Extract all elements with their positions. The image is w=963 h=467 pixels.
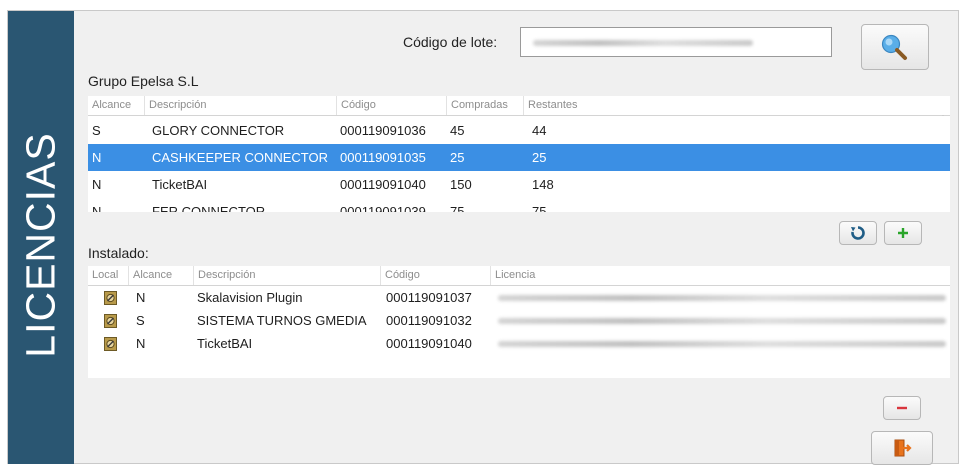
sidebar-title: LICENCIAS <box>17 132 64 358</box>
col-codigo[interactable]: Código <box>336 96 446 115</box>
group-name: Grupo Epelsa S.L <box>88 73 199 89</box>
cell-alcance: N <box>92 177 102 192</box>
redacted-value <box>533 40 753 46</box>
redacted-license <box>498 295 946 301</box>
cell-compradas: 150 <box>450 177 472 192</box>
cell-compradas: 75 <box>450 204 465 212</box>
cell-alcance: N <box>92 150 102 165</box>
col-alcance[interactable]: Alcance <box>88 96 144 115</box>
col-restantes[interactable]: Restantes <box>523 96 950 115</box>
col-alcance[interactable]: Alcance <box>128 266 193 285</box>
cell-codigo: 000119091036 <box>340 123 426 138</box>
group-table-header: Alcance Descripción Código Compradas Res… <box>88 96 950 116</box>
minus-icon <box>897 406 907 410</box>
plus-icon <box>898 228 908 238</box>
search-icon <box>881 34 907 60</box>
cell-compradas: 25 <box>450 150 465 165</box>
cell-compradas: 45 <box>450 123 465 138</box>
refresh-icon <box>851 226 865 240</box>
cell-descripcion: FER CONNECTOR <box>152 204 266 212</box>
cell-descripcion: CASHKEEPER CONNECTOR <box>152 150 329 165</box>
exit-button[interactable] <box>871 431 933 465</box>
license-icon <box>104 291 117 305</box>
cell-descripcion: TicketBAI <box>197 336 253 351</box>
cell-descripcion: SISTEMA TURNOS GMEDIA <box>197 313 367 328</box>
col-local[interactable]: Local <box>88 266 128 285</box>
table-row[interactable]: N TicketBAI 000119091040 <box>88 332 950 355</box>
license-icon <box>104 314 117 328</box>
cell-descripcion: GLORY CONNECTOR <box>152 123 285 138</box>
cell-alcance: N <box>136 290 146 305</box>
cell-codigo: 000119091037 <box>386 290 472 305</box>
cell-descripcion: TicketBAI <box>152 177 208 192</box>
batch-code-input[interactable] <box>520 27 832 57</box>
refresh-button[interactable] <box>839 221 877 245</box>
redacted-license <box>498 341 946 347</box>
cell-restantes: 44 <box>532 123 547 138</box>
col-descripcion[interactable]: Descripción <box>193 266 380 285</box>
cell-restantes: 148 <box>532 177 554 192</box>
redacted-license <box>498 318 946 324</box>
cell-alcance: N <box>92 204 102 212</box>
table-row-selected[interactable]: N CASHKEEPER CONNECTOR 000119091035 25 2… <box>88 144 950 171</box>
cell-codigo: 000119091040 <box>340 177 426 192</box>
table-row[interactable]: S SISTEMA TURNOS GMEDIA 000119091032 <box>88 309 950 332</box>
installed-title: Instalado: <box>88 245 149 261</box>
cell-codigo: 000119091039 <box>340 204 426 212</box>
col-codigo[interactable]: Código <box>380 266 490 285</box>
exit-door-icon <box>894 439 912 457</box>
cell-alcance: N <box>136 336 146 351</box>
cell-codigo: 000119091032 <box>386 313 472 328</box>
cell-alcance: S <box>136 313 145 328</box>
add-license-button[interactable] <box>884 221 922 245</box>
col-descripcion[interactable]: Descripción <box>144 96 336 115</box>
cell-alcance: S <box>92 123 101 138</box>
installed-licenses-table: Local Alcance Descripción Código Licenci… <box>88 266 950 378</box>
license-icon <box>104 337 117 351</box>
table-row[interactable]: N TicketBAI 000119091040 150 148 <box>88 171 950 198</box>
cell-codigo: 000119091040 <box>386 336 472 351</box>
cell-restantes: 25 <box>532 150 547 165</box>
cell-codigo: 000119091035 <box>340 150 426 165</box>
installed-table-header: Local Alcance Descripción Código Licenci… <box>88 266 950 286</box>
table-row[interactable]: N FER CONNECTOR 000119091039 75 75 <box>88 198 950 212</box>
group-licenses-table: Alcance Descripción Código Compradas Res… <box>88 96 950 212</box>
col-licencia[interactable]: Licencia <box>490 266 950 285</box>
table-row[interactable]: N Skalavision Plugin 000119091037 <box>88 286 950 309</box>
remove-license-button[interactable] <box>883 396 921 420</box>
col-compradas[interactable]: Compradas <box>446 96 523 115</box>
batch-code-label: Código de lote: <box>403 34 498 50</box>
cell-descripcion: Skalavision Plugin <box>197 290 303 305</box>
cell-restantes: 75 <box>532 204 547 212</box>
search-button[interactable] <box>861 24 929 70</box>
table-row[interactable]: S GLORY CONNECTOR 000119091036 45 44 <box>88 117 950 144</box>
